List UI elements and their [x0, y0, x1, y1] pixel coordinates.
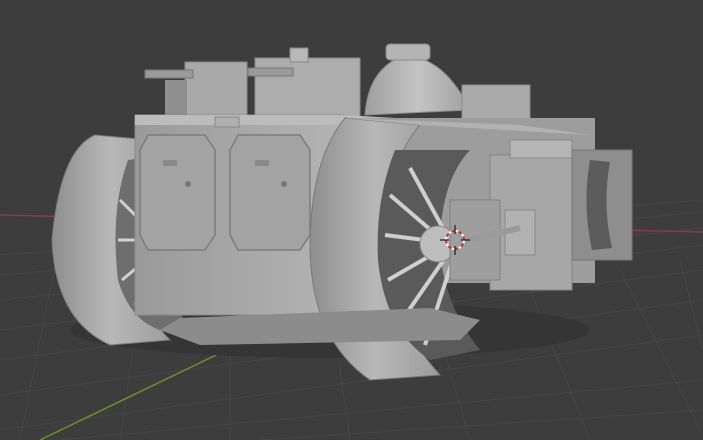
left-door-knob [185, 181, 191, 187]
tank-model[interactable] [51, 43, 633, 381]
right-door[interactable] [229, 134, 311, 251]
left-door-slot [163, 160, 177, 166]
center-gun[interactable] [247, 67, 294, 77]
left-turret-side [165, 80, 187, 118]
hull-front-handle [214, 116, 240, 128]
3d-viewport[interactable] [0, 0, 703, 440]
right-door-slot [255, 160, 269, 166]
side-box-top [509, 139, 573, 159]
left-turret[interactable] [184, 61, 248, 121]
viewport-scene[interactable] [0, 0, 703, 440]
center-turret[interactable] [254, 57, 361, 121]
left-gun[interactable] [144, 69, 194, 79]
dome[interactable] [364, 54, 471, 116]
dome-top [385, 43, 431, 61]
center-turret-hatch [289, 47, 309, 63]
left-door[interactable] [139, 134, 216, 251]
right-door-knob [281, 181, 287, 187]
